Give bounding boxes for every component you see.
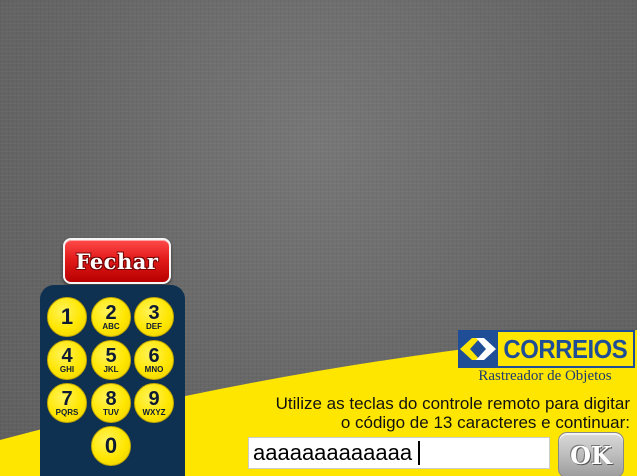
key-4[interactable]: 4 GHI bbox=[47, 340, 87, 380]
ok-button-label: OK bbox=[570, 440, 612, 470]
key-letters: MNO bbox=[144, 364, 164, 374]
key-2[interactable]: 2 ABC bbox=[91, 297, 131, 337]
key-9[interactable]: 9 WXYZ bbox=[134, 383, 174, 423]
tracking-code-input[interactable]: aaaaaaaaaaaaa bbox=[248, 437, 550, 469]
key-digit: 3 bbox=[148, 301, 160, 324]
tracking-code-value: aaaaaaaaaaaaa bbox=[253, 440, 413, 465]
text-caret bbox=[418, 441, 421, 465]
key-digit: 7 bbox=[61, 387, 73, 410]
key-1[interactable]: 1 bbox=[47, 297, 87, 337]
key-digit: 6 bbox=[148, 344, 160, 367]
key-5[interactable]: 5 JKL bbox=[91, 340, 131, 380]
logo-tagline: Rastreador de Objetos bbox=[478, 368, 612, 384]
instructions-line-2: o código de 13 caracteres e continuar: bbox=[340, 413, 630, 432]
correios-wordmark-text: CORREIOS bbox=[503, 333, 628, 364]
key-digit: 8 bbox=[105, 387, 117, 410]
key-8[interactable]: 8 TUV bbox=[91, 383, 131, 423]
key-letters: GHI bbox=[59, 364, 75, 374]
key-7[interactable]: 7 PQRS bbox=[47, 383, 87, 423]
key-3[interactable]: 3 DEF bbox=[134, 297, 174, 337]
correios-logo: CORREIOS bbox=[458, 330, 635, 368]
correios-emblem-icon bbox=[458, 330, 498, 368]
key-6[interactable]: 6 MNO bbox=[134, 340, 174, 380]
key-letters: DEF bbox=[146, 321, 162, 331]
instructions: Utilize as teclas do controle remoto par… bbox=[230, 394, 630, 432]
key-letters: ABC bbox=[102, 321, 120, 331]
close-button[interactable]: Fechar bbox=[63, 238, 171, 284]
ok-button[interactable]: OK bbox=[558, 432, 624, 476]
close-button-label: Fechar bbox=[75, 248, 159, 274]
key-digit: 1 bbox=[60, 304, 74, 329]
key-digit: 2 bbox=[105, 301, 117, 324]
key-digit: 5 bbox=[105, 344, 117, 367]
key-letters: PQRS bbox=[55, 407, 79, 417]
instructions-line-1: Utilize as teclas do controle remoto par… bbox=[275, 394, 630, 413]
remote-keypad: 1 2 ABC 3 DEF 4 GHI 5 JKL 6 MNO 7 PQRS 8… bbox=[40, 285, 185, 476]
key-letters: WXYZ bbox=[142, 407, 166, 417]
correios-wordmark: CORREIOS bbox=[498, 330, 635, 368]
key-letters: TUV bbox=[103, 407, 119, 417]
key-digit: 9 bbox=[148, 387, 160, 410]
key-0[interactable]: 0 bbox=[91, 426, 131, 466]
key-letters: JKL bbox=[103, 364, 119, 374]
key-digit: 4 bbox=[61, 344, 73, 367]
key-digit: 0 bbox=[104, 433, 118, 458]
